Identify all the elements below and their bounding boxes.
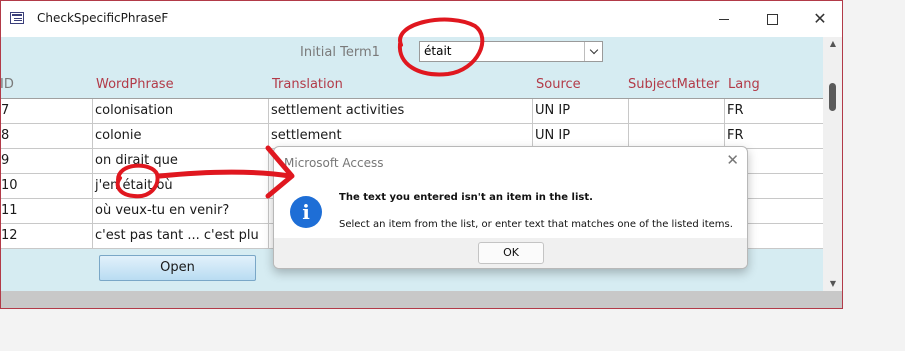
scroll-up-icon[interactable]: ▲ xyxy=(823,37,842,51)
maximize-icon xyxy=(766,13,778,25)
cell-wordphrase[interactable]: colonisation xyxy=(93,99,269,123)
cell-lang[interactable]: FR xyxy=(725,99,823,123)
dialog-close-icon[interactable]: ✕ xyxy=(726,151,739,169)
cell-id[interactable]: 11 xyxy=(1,199,93,223)
cell-subjectmatter[interactable] xyxy=(629,124,725,148)
column-header-id: ID xyxy=(1,77,14,92)
scroll-thumb[interactable] xyxy=(829,83,836,111)
cell-source[interactable]: UN IP xyxy=(533,99,629,123)
dialog-title: Microsoft Access xyxy=(284,156,384,170)
cell-id[interactable]: 10 xyxy=(1,174,93,198)
cell-translation[interactable]: settlement activities xyxy=(269,99,533,123)
cell-subjectmatter[interactable] xyxy=(629,99,725,123)
error-dialog: Microsoft Access ✕ i The text you entere… xyxy=(273,146,748,269)
combo-dropdown-button[interactable] xyxy=(584,42,602,61)
cell-id[interactable]: 8 xyxy=(1,124,93,148)
column-header-lang: Lang xyxy=(728,77,760,92)
cell-id[interactable]: 9 xyxy=(1,149,93,173)
dialog-detail: Select an item from the list, or enter t… xyxy=(339,219,733,230)
initial-term-value[interactable]: était xyxy=(424,44,451,58)
cell-wordphrase[interactable]: c'est pas tant ... c'est plu xyxy=(93,224,269,248)
window-title: CheckSpecificPhraseF xyxy=(37,11,169,25)
column-header-translation: Translation xyxy=(272,77,343,92)
cell-id[interactable]: 7 xyxy=(1,99,93,123)
vertical-scrollbar[interactable]: ▲ ▼ xyxy=(823,37,842,291)
cell-translation[interactable]: settlement xyxy=(269,124,533,148)
cell-id[interactable]: 12 xyxy=(1,224,93,248)
scroll-down-icon[interactable]: ▼ xyxy=(823,277,842,291)
cell-wordphrase[interactable]: colonie xyxy=(93,124,269,148)
maximize-button[interactable] xyxy=(749,1,795,37)
open-button[interactable]: Open xyxy=(99,255,256,281)
column-header-wordphrase: WordPhrase xyxy=(96,77,174,92)
horizontal-scrollbar[interactable] xyxy=(1,291,842,308)
cell-wordphrase[interactable]: j'en était où xyxy=(93,174,269,198)
title-bar[interactable]: CheckSpecificPhraseF ✕ xyxy=(1,1,842,37)
cell-wordphrase[interactable]: on dirait que xyxy=(93,149,269,173)
cell-lang[interactable]: FR xyxy=(725,124,823,148)
minimize-button[interactable] xyxy=(701,1,747,37)
ok-button[interactable]: OK xyxy=(478,242,544,264)
info-icon: i xyxy=(290,196,322,228)
column-header-subjectmatter: SubjectMatter xyxy=(628,77,720,92)
column-header-source: Source xyxy=(536,77,581,92)
form-icon xyxy=(10,12,24,24)
dialog-message: The text you entered isn't an item in th… xyxy=(339,192,593,203)
dialog-footer: OK xyxy=(274,238,747,268)
cell-wordphrase[interactable]: où veux-tu en venir? xyxy=(93,199,269,223)
initial-term-combo[interactable]: était xyxy=(419,41,603,62)
cell-source[interactable]: UN IP xyxy=(533,124,629,148)
chevron-down-icon xyxy=(589,45,598,55)
minimize-icon xyxy=(719,18,729,20)
initial-term-label: Initial Term1 xyxy=(300,45,380,60)
close-icon: ✕ xyxy=(813,9,827,28)
close-button[interactable]: ✕ xyxy=(797,1,842,37)
table-row[interactable]: 7 colonisation settlement activities UN … xyxy=(1,99,823,124)
dialog-body: i The text you entered isn't an item in … xyxy=(274,177,747,238)
